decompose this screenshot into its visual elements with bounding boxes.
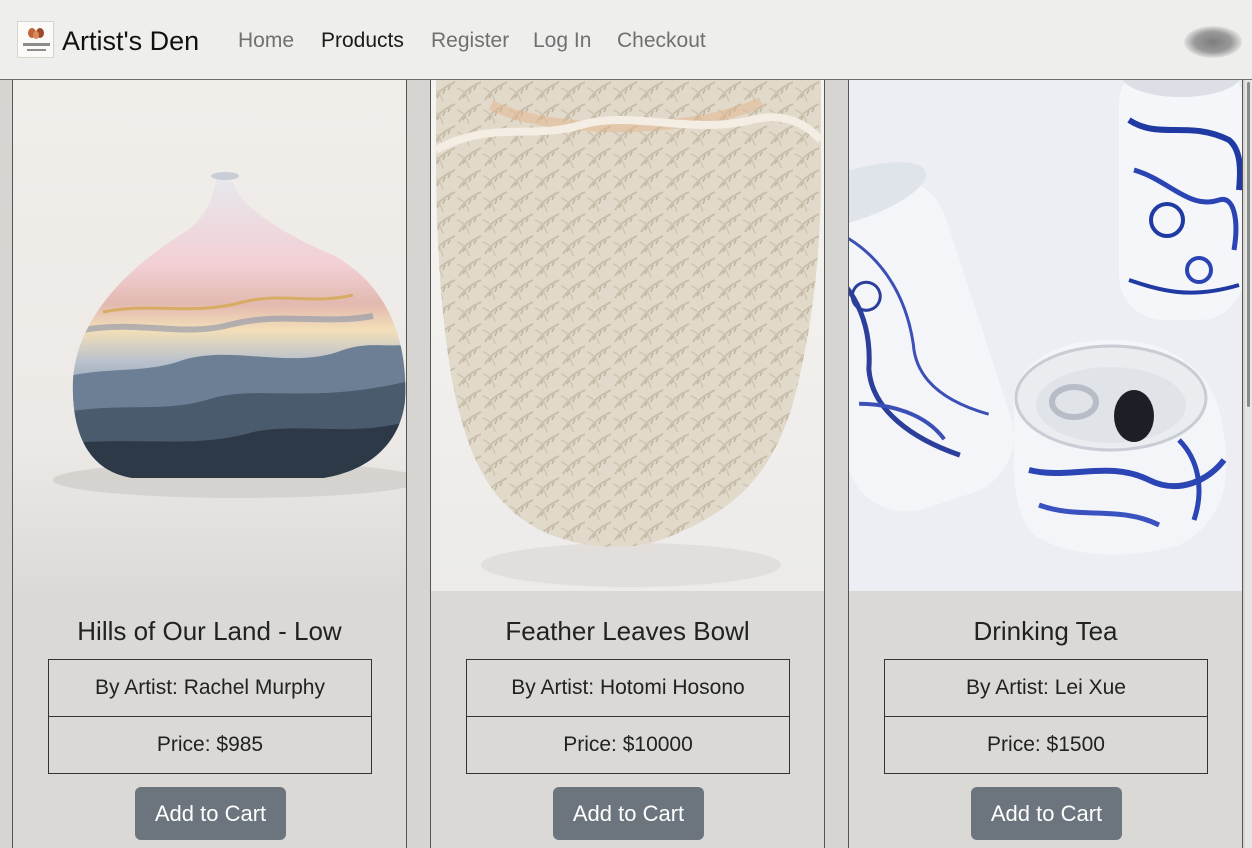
product-title[interactable]: Hills of Our Land - Low bbox=[13, 614, 406, 648]
product-price: Price: $985 bbox=[48, 716, 372, 774]
nav-link-register[interactable]: Register bbox=[431, 27, 509, 55]
product-artist: By Artist: Lei Xue bbox=[884, 659, 1208, 717]
product-price: Price: $1500 bbox=[884, 716, 1208, 774]
painted-round-vase-image bbox=[13, 80, 406, 591]
nav-link-checkout[interactable]: Checkout bbox=[617, 27, 706, 55]
profile-avatar[interactable] bbox=[1184, 26, 1242, 58]
blue-white-porcelain-cans-image bbox=[849, 80, 1242, 591]
product-artist: By Artist: Hotomi Hosono bbox=[466, 659, 790, 717]
add-to-cart-button[interactable]: Add to Cart bbox=[971, 787, 1122, 840]
product-card: Hills of Our Land - Low By Artist: Rache… bbox=[12, 80, 407, 848]
product-title[interactable]: Feather Leaves Bowl bbox=[431, 614, 824, 648]
nav-link-products[interactable]: Products bbox=[321, 27, 404, 55]
brand-name[interactable]: Artist's Den bbox=[62, 24, 199, 58]
add-to-cart-button[interactable]: Add to Cart bbox=[553, 787, 704, 840]
nav-link-login[interactable]: Log In bbox=[533, 27, 591, 55]
product-artist: By Artist: Rachel Murphy bbox=[48, 659, 372, 717]
add-to-cart-button[interactable]: Add to Cart bbox=[135, 787, 286, 840]
product-card: Drinking Tea By Artist: Lei Xue Price: $… bbox=[848, 80, 1243, 848]
product-title[interactable]: Drinking Tea bbox=[849, 614, 1242, 648]
product-price: Price: $10000 bbox=[466, 716, 790, 774]
navbar: Artist's Den Home Products Register Log … bbox=[0, 0, 1252, 80]
scrollbar-thumb[interactable] bbox=[1247, 82, 1250, 407]
carved-white-leaf-bowl-image bbox=[431, 80, 824, 591]
product-card: Feather Leaves Bowl By Artist: Hotomi Ho… bbox=[430, 80, 825, 848]
pottery-logo-icon[interactable] bbox=[17, 21, 54, 58]
nav-link-home[interactable]: Home bbox=[238, 27, 294, 55]
